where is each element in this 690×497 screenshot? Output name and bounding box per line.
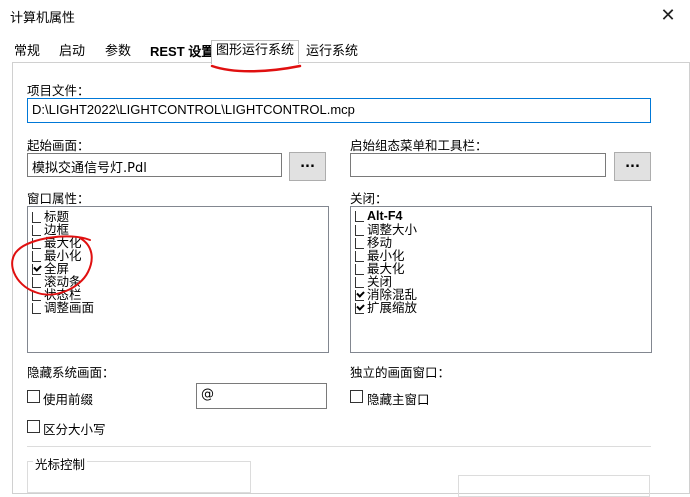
start-picture-label: 起始画面： [27,138,90,153]
checkbox-icon[interactable] [355,225,364,236]
checkbox-icon[interactable] [32,290,41,301]
tab-startup[interactable]: 启动 [55,42,89,62]
checkbox-icon[interactable] [32,303,41,314]
start-menu-field[interactable] [350,153,606,177]
separator [27,446,651,447]
tab-strip: 常规 启动 参数 REST 设置 图形运行系统 运行系统 [6,40,686,64]
prefix-input[interactable]: @ [196,383,327,409]
case-sensitive-label: 区分大小写 [43,422,106,437]
checkbox-icon[interactable] [355,264,364,275]
list-item[interactable]: 扩展缩放 [355,301,417,314]
start-picture-browse-button[interactable]: ... [289,152,326,181]
independent-window-label: 独立的画面窗口： [350,365,451,380]
start-menu-label: 启始组态菜单和工具栏： [350,138,488,153]
checked-checkbox-icon[interactable] [355,303,364,314]
tab-general[interactable]: 常规 [10,42,44,62]
checkbox-icon[interactable] [32,277,41,288]
checkbox-icon[interactable] [32,212,41,223]
checkbox-icon[interactable] [32,238,41,249]
checkbox-icon[interactable] [355,238,364,249]
start-menu-browse-button[interactable]: ... [614,152,651,181]
close-icon[interactable]: ✕ [656,4,680,28]
use-prefix-label: 使用前缀 [43,392,94,407]
close-options-list[interactable]: Alt-F4 调整大小 移动 最小化 最大化 关闭 消除混乱 扩展缩放 [350,206,652,353]
checked-checkbox-icon[interactable] [355,290,364,301]
cursor-control-option-field [458,475,650,497]
tab-rest-settings[interactable]: REST 设置 [146,42,218,62]
window-title: 计算机属性 [10,11,76,26]
checkbox-icon[interactable] [355,211,364,223]
hide-main-window-label: 隐藏主窗口 [367,392,430,407]
start-picture-field[interactable]: 模拟交通信号灯.Pdl [27,153,282,177]
cursor-control-label: 光标控制 [33,454,88,473]
title-bar: 计算机属性 ✕ [0,0,690,32]
window-attributes-list[interactable]: 标题 边框 最大化 最小化 全屏 滚动条 状态栏 调整画面 [27,206,329,353]
checkbox-icon[interactable] [355,277,364,288]
case-sensitive-checkbox[interactable] [27,420,40,433]
checkbox-icon[interactable] [32,251,41,262]
tab-graphics-runtime[interactable]: 图形运行系统 [211,40,300,64]
checkbox-icon[interactable] [32,225,41,236]
hide-main-window-checkbox[interactable] [350,390,363,403]
list-item[interactable]: 调整画面 [32,301,94,314]
close-options-label: 关闭： [350,191,388,206]
window-attributes-label: 窗口属性： [27,191,90,206]
project-file-field[interactable]: D:\LIGHT2022\LIGHTCONTROL\LIGHTCONTROL.m… [27,98,651,123]
tab-runtime[interactable]: 运行系统 [302,42,362,62]
use-prefix-checkbox[interactable] [27,390,40,403]
hide-system-label: 隐藏系统画面： [27,365,115,380]
tab-parameters[interactable]: 参数 [101,42,135,62]
project-file-label: 项目文件： [27,83,90,98]
checked-checkbox-icon[interactable] [32,264,41,275]
checkbox-icon[interactable] [355,251,364,262]
